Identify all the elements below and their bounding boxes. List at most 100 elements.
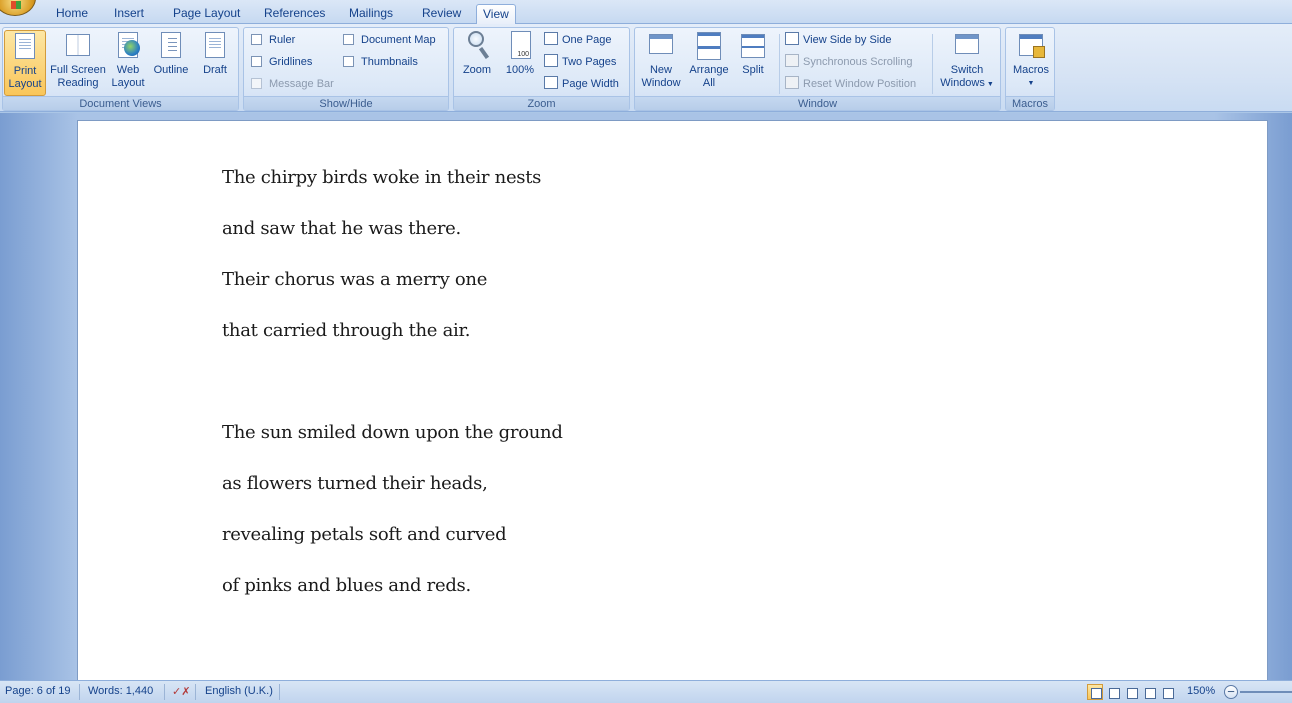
web-layout-button[interactable]: Web Layout [108, 30, 148, 90]
web-layout-label-1: Web [116, 64, 140, 76]
full-screen-reading-button[interactable]: Full Screen Reading [47, 30, 109, 90]
outline-label: Outline [153, 64, 189, 76]
tab-insert[interactable]: Insert [108, 4, 150, 24]
zoom-label: Zoom [462, 64, 492, 76]
status-separator [79, 684, 80, 700]
word-count[interactable]: Words: 1,440 [88, 685, 153, 697]
arrange-all-button[interactable]: Arrange All [686, 30, 732, 90]
two-pages-button[interactable]: Two Pages [544, 53, 616, 71]
document-map-check-icon [343, 34, 354, 45]
group-window: New Window Arrange All Split View Side b… [634, 27, 1001, 111]
switch-windows-label-1: Switch [950, 64, 984, 76]
group-label-macros: Macros [1006, 96, 1054, 110]
gridlines-check-icon [251, 56, 262, 67]
office-button[interactable] [0, 0, 36, 16]
new-window-icon [649, 34, 673, 54]
tab-review[interactable]: Review [416, 4, 467, 24]
status-print-layout-button[interactable] [1087, 684, 1103, 700]
poem-line: revealing petals soft and curved [222, 524, 507, 545]
window-group-separator-2 [932, 34, 933, 94]
document-map-checkbox[interactable]: Document Map [343, 31, 436, 49]
arrange-all-label-2: All [702, 77, 716, 89]
status-separator [164, 684, 165, 700]
zoom-100-label: 100% [505, 64, 535, 76]
document-area: The chirpy birds woke in their nests and… [0, 113, 1292, 680]
globe-icon [124, 40, 140, 56]
one-page-icon [544, 32, 558, 45]
ribbon: Print Layout Full Screen Reading Web Lay… [0, 24, 1292, 112]
tab-page-layout[interactable]: Page Layout [167, 4, 246, 24]
status-full-screen-button[interactable] [1105, 684, 1121, 700]
language-indicator[interactable]: English (U.K.) [205, 685, 273, 697]
magnifier-icon [468, 31, 484, 47]
thumbnails-label: Thumbnails [361, 56, 418, 68]
new-window-button[interactable]: New Window [637, 30, 685, 90]
dropdown-arrow-icon: ▼ [984, 81, 994, 88]
switch-windows-button[interactable]: Switch Windows ▼ [936, 30, 998, 91]
draft-button[interactable]: Draft [195, 30, 235, 77]
poem-line: of pinks and blues and reds. [222, 575, 471, 596]
group-show-hide: Ruler Gridlines Message Bar Document Map… [243, 27, 449, 111]
thumbnails-check-icon [343, 56, 354, 67]
tab-mailings[interactable]: Mailings [343, 4, 399, 24]
message-bar-checkbox: Message Bar [251, 75, 334, 93]
split-icon [741, 34, 765, 58]
two-pages-icon [544, 54, 558, 67]
reset-window-position-label: Reset Window Position [803, 78, 917, 90]
proofing-icon[interactable]: ✓✗ [172, 685, 190, 698]
group-label-show-hide: Show/Hide [244, 96, 448, 110]
document-page[interactable]: The chirpy birds woke in their nests and… [77, 120, 1268, 680]
status-separator [195, 684, 196, 700]
document-map-label: Document Map [361, 34, 436, 46]
status-outline-button[interactable] [1141, 684, 1157, 700]
macros-button[interactable]: Macros ▼ [1009, 30, 1053, 90]
full-screen-label-1: Full Screen [50, 64, 106, 76]
group-zoom: Zoom 100 100% One Page Two Pages Page Wi… [453, 27, 630, 111]
zoom-slider[interactable] [1240, 691, 1292, 693]
status-bar: Page: 6 of 19 Words: 1,440 ✓✗ English (U… [0, 680, 1292, 703]
view-side-by-side-label: View Side by Side [803, 34, 892, 46]
message-bar-label: Message Bar [269, 78, 334, 90]
status-web-layout-button[interactable] [1123, 684, 1139, 700]
ruler-label: Ruler [269, 34, 296, 46]
ruler-checkbox[interactable]: Ruler [251, 31, 295, 49]
reset-window-position-button: Reset Window Position [785, 75, 916, 93]
full-screen-label-2: Reading [57, 77, 99, 89]
switch-windows-label-2: Windows [940, 77, 985, 89]
poem-line: The sun smiled down upon the ground [222, 422, 563, 443]
zoom-out-button[interactable]: − [1224, 685, 1238, 699]
poem-line: The chirpy birds woke in their nests [222, 167, 542, 188]
window-group-separator [779, 34, 780, 94]
zoom-level[interactable]: 150% [1187, 685, 1215, 697]
view-side-by-side-button[interactable]: View Side by Side [785, 31, 891, 49]
page-width-label: Page Width [562, 78, 619, 90]
group-label-zoom: Zoom [454, 96, 629, 110]
tab-references[interactable]: References [258, 4, 331, 24]
macros-label: Macros [1012, 64, 1050, 76]
switch-windows-icon [955, 34, 979, 54]
outline-button[interactable]: Outline [149, 30, 193, 77]
page-count[interactable]: Page: 6 of 19 [5, 685, 70, 697]
thumbnails-checkbox[interactable]: Thumbnails [343, 53, 418, 71]
tab-home[interactable]: Home [50, 4, 94, 24]
poem-line: as flowers turned their heads, [222, 473, 488, 494]
split-label: Split [742, 64, 764, 76]
zoom-100-button[interactable]: 100 100% [502, 30, 538, 77]
group-macros: Macros ▼ Macros [1005, 27, 1055, 111]
side-by-side-icon [785, 32, 799, 45]
print-layout-label-2: Layout [8, 78, 42, 90]
synchronous-scrolling-label: Synchronous Scrolling [803, 56, 913, 68]
status-draft-button[interactable] [1159, 684, 1175, 700]
reset-window-position-icon [785, 76, 799, 89]
new-window-label-2: Window [641, 77, 681, 89]
tab-view[interactable]: View [476, 4, 516, 25]
print-layout-button[interactable]: Print Layout [4, 30, 46, 96]
zoom-button[interactable]: Zoom [459, 30, 495, 77]
poem-line: that carried through the air. [222, 320, 471, 341]
one-page-label: One Page [562, 34, 612, 46]
gridlines-checkbox[interactable]: Gridlines [251, 53, 312, 71]
print-layout-icon [15, 33, 35, 59]
page-width-button[interactable]: Page Width [544, 75, 619, 93]
split-button[interactable]: Split [735, 30, 771, 77]
one-page-button[interactable]: One Page [544, 31, 612, 49]
